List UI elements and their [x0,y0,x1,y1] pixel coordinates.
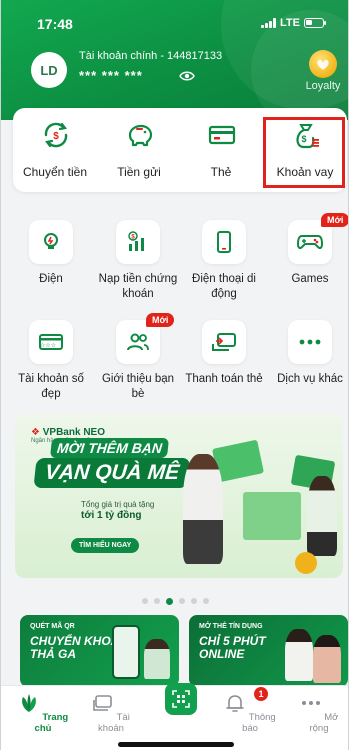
gift-box-illustration [243,492,301,540]
quick-transfer-button[interactable]: $ Chuyển tiền [15,108,95,192]
quick-transfer-label: Chuyển tiền [22,165,88,179]
stock-topup-icon: $ [116,220,160,264]
tab-home[interactable]: Trang chủ [13,692,73,734]
loyalty-label: Loyalty [305,80,341,92]
home-indicator [118,742,234,747]
status-indicators: LTE [261,17,326,29]
phone-illustration [112,625,140,679]
qr-scan-icon [172,690,190,708]
card-icon [208,125,236,145]
banner-sub-1: Tổng giá trị quà tặng [81,500,155,509]
carousel-indicator [142,597,209,605]
service-mobile[interactable]: Điện thoại di động [184,220,264,302]
svg-text:☆☆☆: ☆☆☆ [40,342,56,349]
tab-label: Thông báo [242,712,276,734]
loyalty-button[interactable]: Loyalty [299,50,347,92]
loan-highlight-box [263,117,345,188]
quick-deposit-button[interactable]: Tiền gửi [99,108,179,192]
mini-banner-line2: ONLINE [199,647,245,661]
person-illustration [307,476,337,556]
banner-sub-2: tới 1 tỷ đồng [81,510,142,521]
qr-scan-button[interactable] [165,683,197,715]
banner-headline-2: VẠN QUÀ MÊ [33,458,191,488]
quick-deposit-label: Tiền gửi [117,165,161,179]
loyalty-medal-icon [309,50,337,78]
signal-icon [261,18,277,28]
mobile-phone-icon [202,220,246,264]
status-time: 17:48 [37,16,73,32]
service-label: Điện thoại di động [192,273,256,300]
service-label: Games [291,273,329,285]
more-dots-icon [288,320,332,364]
vpbank-logo-icon: ❖ [31,427,43,438]
quick-card-label: Thẻ [210,165,232,179]
mini-banner-qr-transfer[interactable]: QUÉT MÃ QR CHUYỂN KHOẢN THẢ GA [20,615,179,687]
service-label: Dịch vụ khác [277,373,343,385]
mini-banner-line2: THẢ GA [30,647,76,661]
tab-account[interactable]: Tài khoản [81,692,141,734]
tab-more[interactable]: Mở rộng [289,692,348,734]
service-nice-number[interactable]: ☆☆☆ Tài khoản số đẹp [11,320,91,402]
eye-icon[interactable] [179,70,195,82]
new-badge: Mới [146,313,175,327]
service-refer-friends[interactable]: Giới thiệu bạn bè [98,320,178,402]
piggy-bank-icon [128,124,153,147]
home-leaf-icon [21,694,36,712]
account-balance-masked: *** *** *** [79,68,143,83]
account-name[interactable]: Tài khoản chính - 144817133 [79,50,222,62]
person-illustration [144,639,170,679]
bottom-tab-bar: Trang chủ Tài khoản Thông báo 1 Mở rộng [1,683,348,750]
service-label: Điện [39,273,63,285]
nice-number-account-icon: ☆☆☆ [29,320,73,364]
battery-icon [304,18,326,28]
service-electricity[interactable]: Điện [11,220,91,287]
banner-brand-name: VPBank NEO [42,427,105,438]
service-games[interactable]: Games [270,220,348,287]
new-badge: Mới [321,213,348,227]
carousel-dot-active[interactable] [166,597,173,605]
carousel-dot[interactable] [142,598,148,604]
banner-headline-1: MỜI THÊM BẠN [49,438,170,458]
quick-card-button[interactable]: Thẻ [181,108,261,192]
banner-cta-button[interactable]: TÌM HIỂU NGAY [71,538,140,553]
service-card-payment[interactable]: Thanh toán thẻ [184,320,264,387]
bell-icon [226,695,245,712]
person-illustration [285,629,313,681]
tab-notifications[interactable]: Thông báo [220,692,280,734]
mini-banner-top: MỞ THẺ TÍN DỤNG [199,623,263,630]
service-more[interactable]: Dịch vụ khác [270,320,348,387]
tab-label: Tài khoản [98,712,130,734]
service-label: Nạp tiền chứng khoán [98,273,178,300]
electricity-bulb-icon [29,220,73,264]
more-horizontal-icon [301,701,320,705]
network-type: LTE [280,17,300,29]
mini-banner-top: QUÉT MÃ QR [30,623,75,630]
account-icon [93,695,112,711]
header: 17:48 LTE LD Tài khoản chính - 144817133… [1,0,348,120]
person-illustration [183,454,223,564]
person-illustration [313,635,341,683]
service-label: Tài khoản số đẹp [18,373,84,400]
status-bar: 17:48 LTE [1,14,348,34]
service-stock-topup[interactable]: $ Nạp tiền chứng khoán [98,220,178,302]
tab-label: Trang chủ [34,712,69,734]
carousel-dot[interactable] [179,598,185,604]
service-label: Giới thiệu bạn bè [101,373,175,400]
promo-banner[interactable]: ❖ VPBank NEO Ngân hàng số toàn năng MỜI … [15,414,343,578]
mini-banner-line1: CHỈ 5 PHÚT [199,634,266,648]
avatar[interactable]: LD [31,52,67,88]
mini-banner-title: CHỈ 5 PHÚT ONLINE [199,635,266,661]
transfer-money-icon: $ [44,122,68,148]
card-payment-icon [202,320,246,364]
svg-text:$: $ [53,131,59,142]
tab-label: Mở rộng [309,712,339,734]
carousel-dot[interactable] [191,598,197,604]
coin-illustration [295,552,317,574]
carousel-dot[interactable] [154,598,160,604]
app-screen: 17:48 LTE LD Tài khoản chính - 144817133… [0,0,349,750]
carousel-dot[interactable] [203,598,209,604]
notification-count-badge: 1 [254,687,268,701]
mini-banner-credit-card[interactable]: MỞ THẺ TÍN DỤNG CHỈ 5 PHÚT ONLINE [189,615,348,687]
service-label: Thanh toán thẻ [185,373,263,385]
